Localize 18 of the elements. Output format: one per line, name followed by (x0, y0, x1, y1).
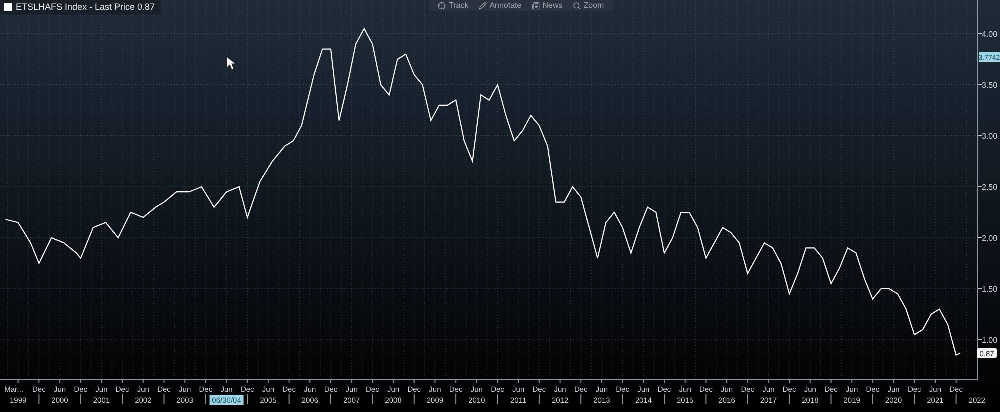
toolbar-button[interactable]: News (526, 0, 568, 11)
y-axis-label: 3.50 (982, 80, 998, 90)
toolbar-button[interactable]: Annotate (474, 0, 527, 11)
legend-swatch (4, 3, 12, 11)
y-axis-label: 4.00 (982, 30, 998, 39)
toolbar-button[interactable]: Zoom (568, 0, 610, 11)
mouse-pointer-icon (226, 56, 237, 70)
search-icon (572, 2, 581, 10)
legend-label: ETSLHAFS Index - Last Price 0.87 (16, 2, 156, 12)
y-axis-label: 3.00 (982, 132, 998, 141)
newspaper-icon (532, 2, 540, 10)
y-axis-label: 2.50 (982, 183, 998, 192)
y-axis-label: 2.00 (982, 234, 998, 243)
toolbar-button[interactable]: Track (433, 0, 474, 11)
y-axis-label: 1.50 (982, 285, 998, 294)
y-axis-label: 1.00 (982, 336, 998, 345)
pencil-icon (478, 2, 487, 10)
crosshair-icon (438, 2, 446, 10)
